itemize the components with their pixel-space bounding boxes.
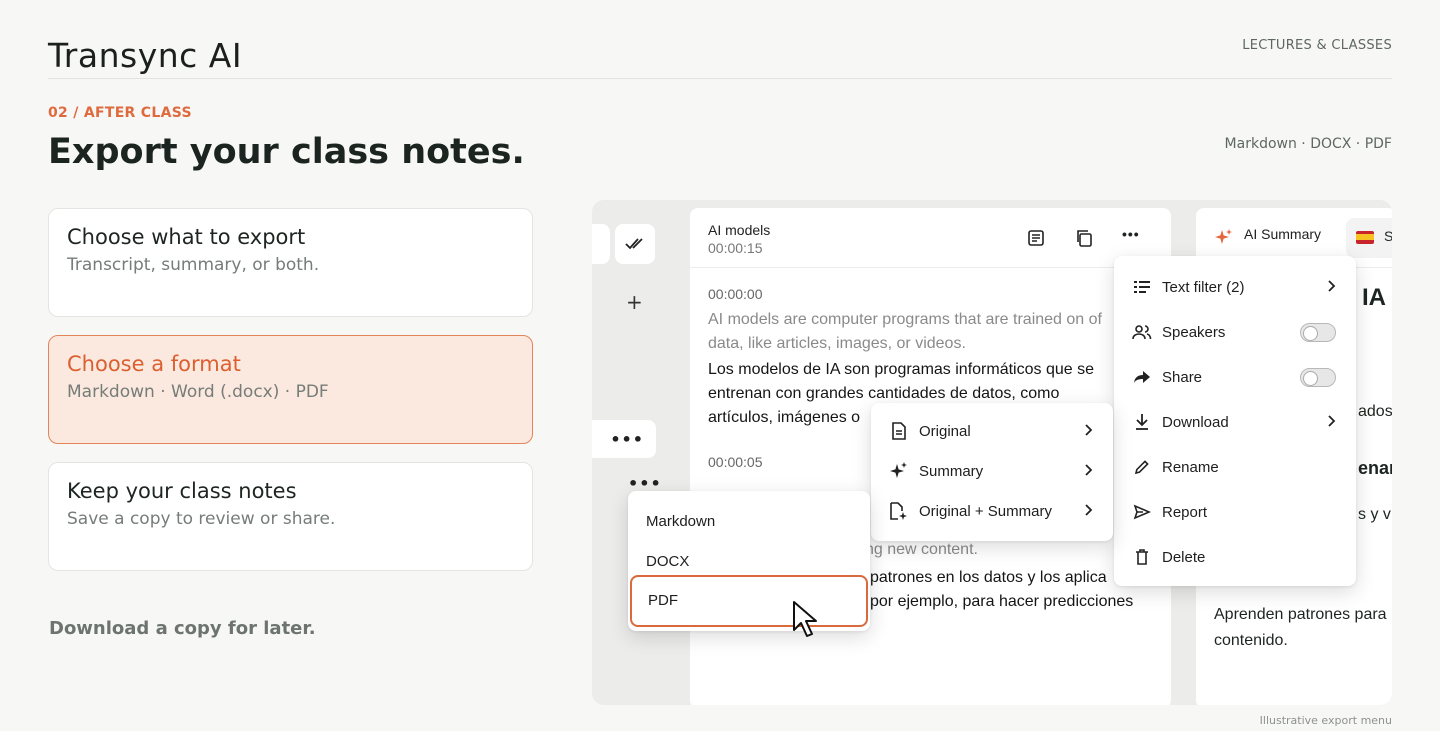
- step-title: Choose what to export: [67, 225, 306, 249]
- section-eyebrow: 02 / AFTER CLASS: [48, 105, 192, 121]
- submenu-item-label: Summary: [919, 462, 984, 480]
- segment-translation-line: patrones en los datos y los aplica: [870, 569, 1107, 586]
- submenu-item-label: Original: [919, 422, 971, 440]
- summary-fragment: s y v: [1358, 506, 1391, 523]
- image-caption: Illustrative export menu: [1259, 714, 1392, 727]
- download-icon: [1136, 414, 1148, 430]
- menu-item-download[interactable]: Download: [1114, 402, 1356, 442]
- format-item-markdown[interactable]: Markdown: [628, 501, 870, 541]
- add-icon[interactable]: +: [626, 290, 643, 314]
- transcript-header: AI models 00:00:15 •••: [690, 208, 1171, 268]
- section-link[interactable]: LECTURES & CLASSES: [1242, 38, 1392, 53]
- copy-icon[interactable]: [1074, 228, 1094, 248]
- speakers-toggle[interactable]: [1300, 323, 1336, 342]
- step-card-choose-content[interactable]: Choose what to export Transcript, summar…: [48, 208, 533, 317]
- menu-item-label: Download: [1162, 413, 1229, 431]
- summary-fragment: ados: [1358, 403, 1392, 420]
- chevron-right-icon: [1085, 424, 1093, 436]
- pencil-icon: [1134, 460, 1149, 475]
- chevron-right-icon: [1085, 504, 1093, 516]
- menu-item-share[interactable]: Share: [1114, 357, 1356, 397]
- segment-original: AI models are computer programs that are…: [708, 311, 1102, 352]
- step-subtitle: Markdown · Word (.docx) · PDF: [67, 382, 329, 402]
- step-subtitle: Transcript, summary, or both.: [67, 255, 320, 275]
- sparkle-icon: [890, 462, 907, 478]
- double-check-icon: [625, 238, 643, 250]
- menu-item-label: Report: [1162, 503, 1208, 521]
- step-card-keep-notes[interactable]: Keep your class notes Save a copy to rev…: [48, 462, 533, 571]
- item-more-button[interactable]: •••: [592, 420, 656, 458]
- export-format-submenu: Markdown DOCX PDF: [628, 491, 870, 631]
- mouse-cursor-icon: [793, 601, 817, 637]
- menu-item-label: Delete: [1162, 548, 1206, 566]
- menu-item-label: Speakers: [1162, 323, 1226, 341]
- submenu-item-original-summary[interactable]: Original + Summary: [871, 491, 1113, 531]
- page-title: Export your class notes.: [48, 132, 525, 172]
- menu-item-rename[interactable]: Rename: [1114, 447, 1356, 487]
- share-toggle[interactable]: [1300, 368, 1336, 387]
- language-tab-label: S: [1384, 228, 1392, 244]
- brand-logo: Transync AI: [48, 36, 243, 75]
- format-item-label: Markdown: [646, 512, 716, 530]
- segment-original-fragment: ting new content.: [857, 541, 978, 558]
- menu-item-label: Text filter (2): [1162, 278, 1245, 296]
- summary-body-line: contenido.: [1214, 632, 1288, 649]
- chevron-right-icon: [1085, 464, 1093, 476]
- summary-fragment: enar: [1358, 458, 1392, 478]
- formats-line: Markdown · DOCX · PDF: [1224, 136, 1392, 152]
- language-tab[interactable]: S: [1346, 218, 1392, 258]
- share-icon: [1134, 371, 1150, 383]
- submenu-item-original[interactable]: Original: [871, 411, 1113, 451]
- step-title: Keep your class notes: [67, 479, 297, 503]
- submenu-item-label: Original + Summary: [919, 502, 1052, 520]
- trash-icon: [1136, 549, 1148, 565]
- step-title: Choose a format: [67, 352, 241, 376]
- export-content-submenu: Original Summary Original + Summary: [871, 403, 1113, 541]
- footnote: Download a copy for later.: [49, 618, 316, 639]
- menu-item-report[interactable]: Report: [1114, 492, 1356, 532]
- filter-icon: [1134, 281, 1150, 293]
- menu-item-label: Share: [1162, 368, 1203, 386]
- document-icon: [892, 422, 906, 440]
- menu-item-delete[interactable]: Delete: [1114, 537, 1356, 577]
- more-options-icon[interactable]: •••: [1122, 226, 1140, 242]
- spain-flag-icon: [1356, 231, 1374, 244]
- step-subtitle: Save a copy to review or share.: [67, 509, 336, 529]
- segment-translation-line: Los modelos de IA son programas informát…: [708, 361, 1094, 378]
- notes-icon[interactable]: [1026, 228, 1046, 248]
- tab-ai-summary[interactable]: AI Summary: [1244, 226, 1321, 242]
- submenu-item-summary[interactable]: Summary: [871, 451, 1113, 491]
- select-all-button[interactable]: [615, 224, 655, 264]
- format-item-label: PDF: [648, 592, 678, 609]
- more-dots-icon: •••: [610, 429, 644, 449]
- rail-tab[interactable]: [592, 224, 610, 264]
- speakers-icon: [1132, 325, 1152, 340]
- menu-item-speakers[interactable]: Speakers: [1114, 312, 1356, 352]
- sparkle-icon: [1215, 229, 1232, 244]
- send-icon: [1133, 504, 1151, 520]
- format-item-label: DOCX: [646, 552, 690, 570]
- format-item-pdf[interactable]: PDF: [630, 575, 868, 627]
- document-sparkle-icon: [890, 502, 907, 520]
- step-card-choose-format[interactable]: Choose a format Markdown · Word (.docx) …: [48, 335, 533, 444]
- chevron-right-icon: [1328, 280, 1336, 292]
- segment-translation-line: por ejemplo, para hacer predicciones: [870, 593, 1134, 610]
- chevron-right-icon: [1328, 415, 1336, 427]
- more-options-menu: Text filter (2) Speakers Share Download …: [1114, 256, 1356, 586]
- segment-timestamp: 00:00:00: [708, 286, 763, 302]
- menu-item-label: Rename: [1162, 458, 1219, 476]
- summary-heading: IA: [1362, 284, 1386, 311]
- menu-item-text-filter[interactable]: Text filter (2): [1114, 267, 1356, 307]
- header-divider: [48, 78, 1392, 79]
- summary-body-line: Aprenden patrones para: [1214, 606, 1387, 623]
